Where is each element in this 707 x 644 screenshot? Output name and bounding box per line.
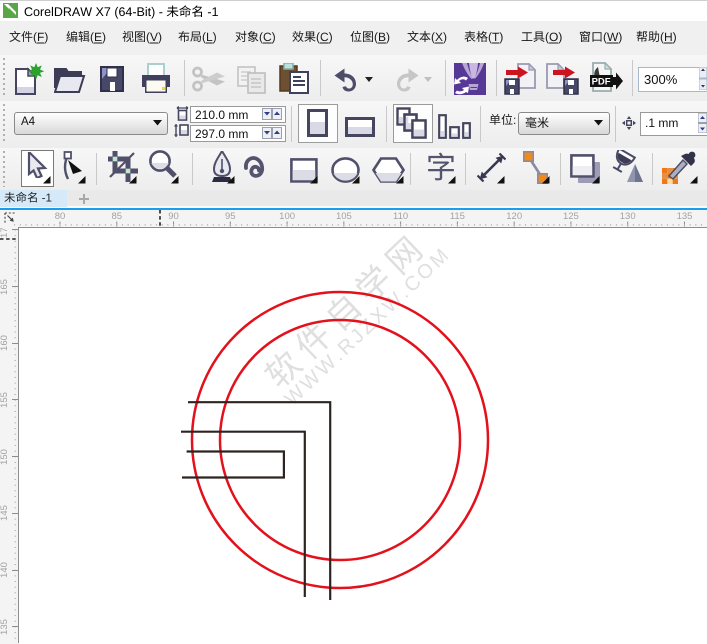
svg-text:PDF: PDF	[592, 77, 611, 88]
